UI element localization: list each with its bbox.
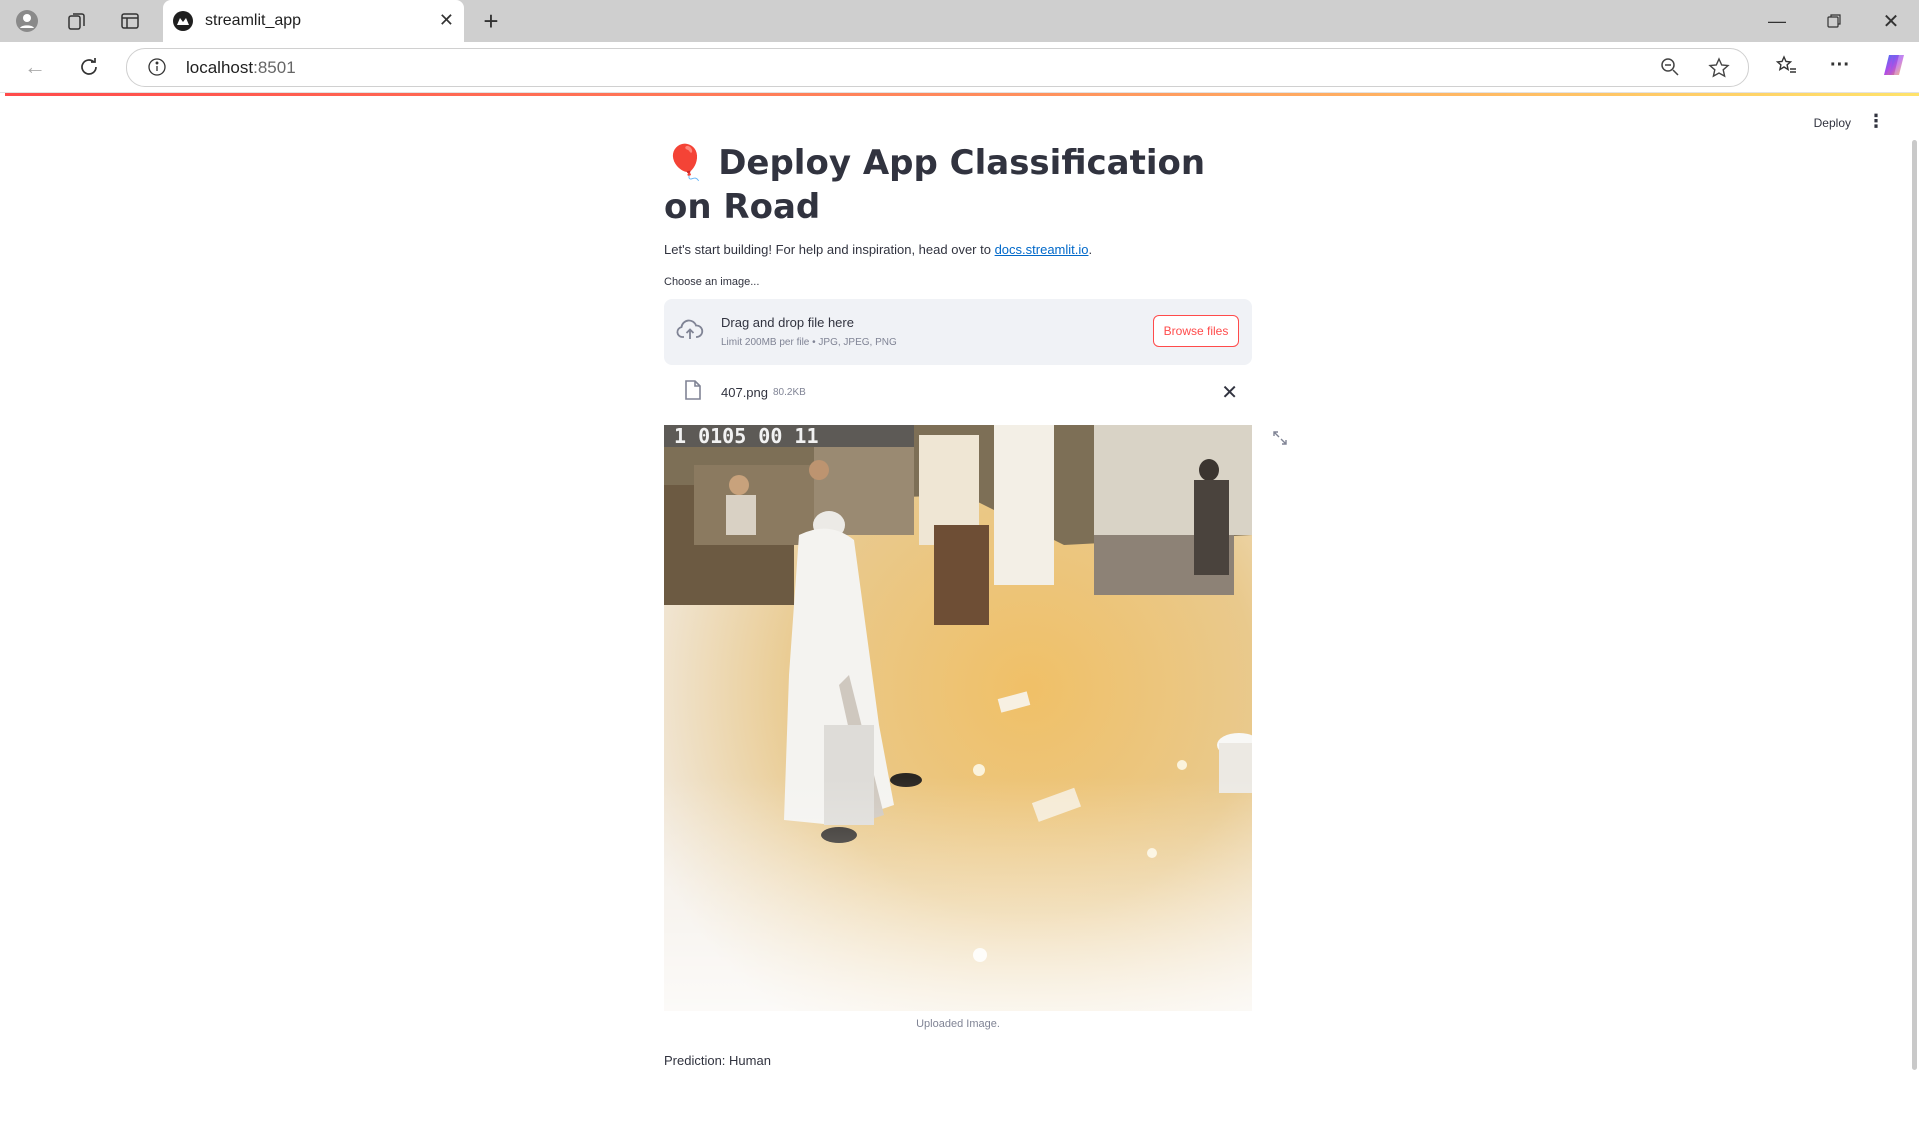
uploaded-image: 1 0105 00 11	[664, 425, 1252, 1011]
minimize-icon[interactable]: —	[1759, 6, 1795, 36]
browser-tab-bar: streamlit_app ✕ + — ✕	[0, 0, 1919, 42]
file-icon	[684, 379, 702, 406]
balloon-emoji: 🎈	[664, 143, 707, 183]
tab-close-icon[interactable]: ✕	[439, 10, 454, 31]
main-menu-icon[interactable]: ⋮	[1867, 111, 1885, 131]
deploy-button[interactable]: Deploy	[1814, 116, 1851, 130]
url-host: localhost	[186, 58, 254, 77]
more-options-icon[interactable]: ···	[1822, 50, 1858, 80]
copilot-icon[interactable]	[1876, 50, 1912, 80]
page-scrollbar[interactable]	[1912, 140, 1917, 1070]
prediction-text: Prediction: Human	[664, 1053, 771, 1068]
url-text: localhost:8501	[186, 58, 296, 78]
streamlit-favicon-icon	[173, 11, 193, 31]
favorite-star-icon[interactable]	[1708, 57, 1730, 84]
app-viewport: Deploy ⋮ 🎈 Deploy App Classification on …	[5, 96, 1919, 1135]
tab-title: streamlit_app	[205, 12, 302, 29]
dropzone-title: Drag and drop file here	[721, 315, 854, 330]
image-caption: Uploaded Image.	[916, 1018, 1000, 1030]
page-title-text: Deploy App Classification on Road	[664, 143, 1206, 227]
file-name: 407.png	[721, 385, 768, 400]
intro-paragraph: Let's start building! For help and inspi…	[664, 242, 1092, 257]
uploader-label: Choose an image...	[664, 276, 760, 288]
fullscreen-icon[interactable]	[1273, 431, 1287, 450]
vertical-tabs-icon[interactable]	[112, 6, 148, 36]
restore-icon[interactable]	[1816, 6, 1852, 36]
intro-text: Let's start building! For help and inspi…	[664, 242, 995, 257]
file-dropzone[interactable]: Drag and drop file here Limit 200MB per …	[664, 299, 1252, 365]
workspaces-icon[interactable]	[59, 6, 95, 36]
browse-files-button[interactable]: Browse files	[1153, 315, 1239, 347]
url-port: :8501	[253, 58, 296, 77]
cloud-upload-icon	[676, 319, 704, 346]
window-close-icon[interactable]: ✕	[1873, 6, 1909, 36]
zoom-icon[interactable]	[1660, 57, 1680, 82]
docs-link[interactable]: docs.streamlit.io	[995, 242, 1089, 257]
intro-end: .	[1088, 242, 1093, 257]
uploaded-file-row: 407.png 80.2KB ✕	[664, 375, 1252, 409]
browser-tab-active[interactable]: streamlit_app ✕	[163, 0, 464, 42]
profile-icon[interactable]	[9, 6, 45, 36]
remove-file-icon[interactable]: ✕	[1221, 380, 1238, 405]
new-tab-icon[interactable]: +	[473, 6, 509, 36]
site-info-icon[interactable]	[147, 57, 167, 82]
dropzone-limit: Limit 200MB per file • JPG, JPEG, PNG	[721, 337, 897, 348]
url-field[interactable]: localhost:8501	[126, 48, 1749, 87]
file-size: 80.2KB	[773, 387, 806, 398]
favorites-list-icon[interactable]	[1768, 50, 1804, 80]
address-bar: ← localhost:8501 ···	[0, 42, 1919, 93]
page-title: 🎈 Deploy App Classification on Road	[664, 141, 1224, 229]
refresh-icon[interactable]	[71, 52, 107, 82]
back-icon[interactable]: ←	[17, 52, 53, 82]
